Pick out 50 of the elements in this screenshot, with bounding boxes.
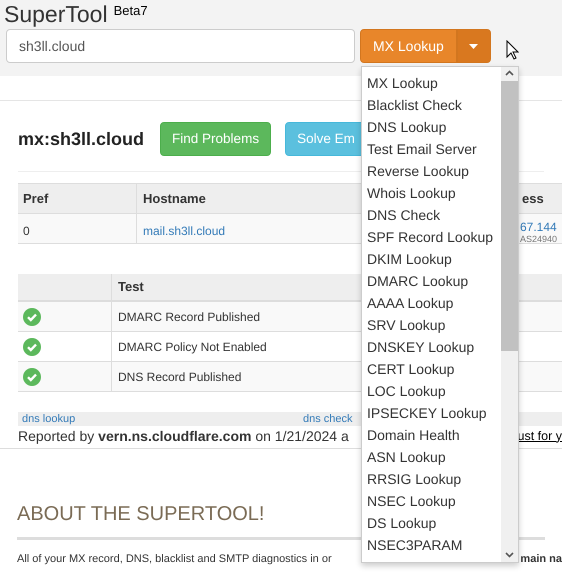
report-text: Reported by vern.ns.cloudflare.com on 1/21/2024 a xyxy=(18,426,349,446)
menu-item[interactable]: IPSECKEY Lookup xyxy=(367,402,501,424)
menu-item[interactable]: DS Lookup xyxy=(367,512,501,534)
menu-item[interactable]: DNS Lookup xyxy=(367,116,501,138)
scroll-down-icon[interactable] xyxy=(505,552,514,558)
result-heading: mx:sh3ll.cloud xyxy=(18,128,144,150)
app-title: SuperTool xyxy=(4,1,108,27)
column-header: ess xyxy=(522,190,544,206)
scrollbar[interactable] xyxy=(501,67,518,562)
menu-item[interactable]: DMARC Lookup xyxy=(367,270,501,292)
check-circle-icon xyxy=(23,338,41,356)
menu-item[interactable]: MX Lookup xyxy=(367,72,501,94)
menu-item[interactable]: Domain Health xyxy=(367,424,501,446)
menu-item[interactable]: ASN Lookup xyxy=(367,446,501,468)
about-bold-text: main na xyxy=(520,552,562,567)
check-circle-icon xyxy=(23,308,41,326)
check-circle-icon xyxy=(23,368,41,386)
menu-item[interactable]: DNS Check xyxy=(367,204,501,226)
table-cell-text: DNS Record Published xyxy=(117,368,242,386)
menu-item[interactable]: Test Email Server xyxy=(367,138,501,160)
asn-text: AS24940 xyxy=(520,233,558,245)
footer-link[interactable]: dns check xyxy=(303,410,353,428)
dropdown-toggle-button[interactable] xyxy=(456,29,491,63)
menu-item[interactable]: SPF Record Lookup xyxy=(367,226,501,248)
menu-item[interactable]: CERT Lookup xyxy=(367,358,501,380)
about-text: All of your MX record, DNS, blacklist and SMTP diagnostics in or xyxy=(17,552,332,567)
scrollbar-thumb[interactable] xyxy=(501,81,518,351)
ip-address-link[interactable]: 67.144 xyxy=(520,221,558,233)
menu-item[interactable]: Whois Lookup xyxy=(367,182,501,204)
column-header: Pref xyxy=(23,190,48,208)
table-cell-text: DMARC Record Published xyxy=(117,308,262,326)
menu-item[interactable]: Blacklist Check xyxy=(367,94,501,116)
domain-input-field[interactable]: sh3ll.cloud xyxy=(6,29,355,63)
footer-link[interactable]: dns lookup xyxy=(22,410,303,428)
menu-item[interactable]: DKIM Lookup xyxy=(367,248,501,270)
table-cell-text: DMARC Policy Not Enabled xyxy=(117,338,268,356)
column-header: Hostname xyxy=(143,190,206,208)
hostname-link[interactable]: mail.sh3ll.cloud xyxy=(143,224,226,238)
version-label: Beta7 xyxy=(114,3,148,19)
caret-icon xyxy=(469,44,478,48)
menu-item[interactable]: AAAA Lookup xyxy=(367,292,501,314)
scroll-up-icon[interactable] xyxy=(505,70,514,76)
menu-item[interactable]: SRV Lookup xyxy=(367,314,501,336)
menu-item[interactable]: DNSKEY Lookup xyxy=(367,336,501,358)
mouse-cursor-icon xyxy=(506,40,519,60)
menu-item[interactable]: Reverse Lookup xyxy=(367,160,501,182)
table-cell: 0 xyxy=(23,224,30,238)
menu-item[interactable]: RRSIG Lookup xyxy=(367,468,501,490)
menu-item[interactable]: LOC Lookup xyxy=(367,380,501,402)
column-header: Test xyxy=(118,279,144,294)
